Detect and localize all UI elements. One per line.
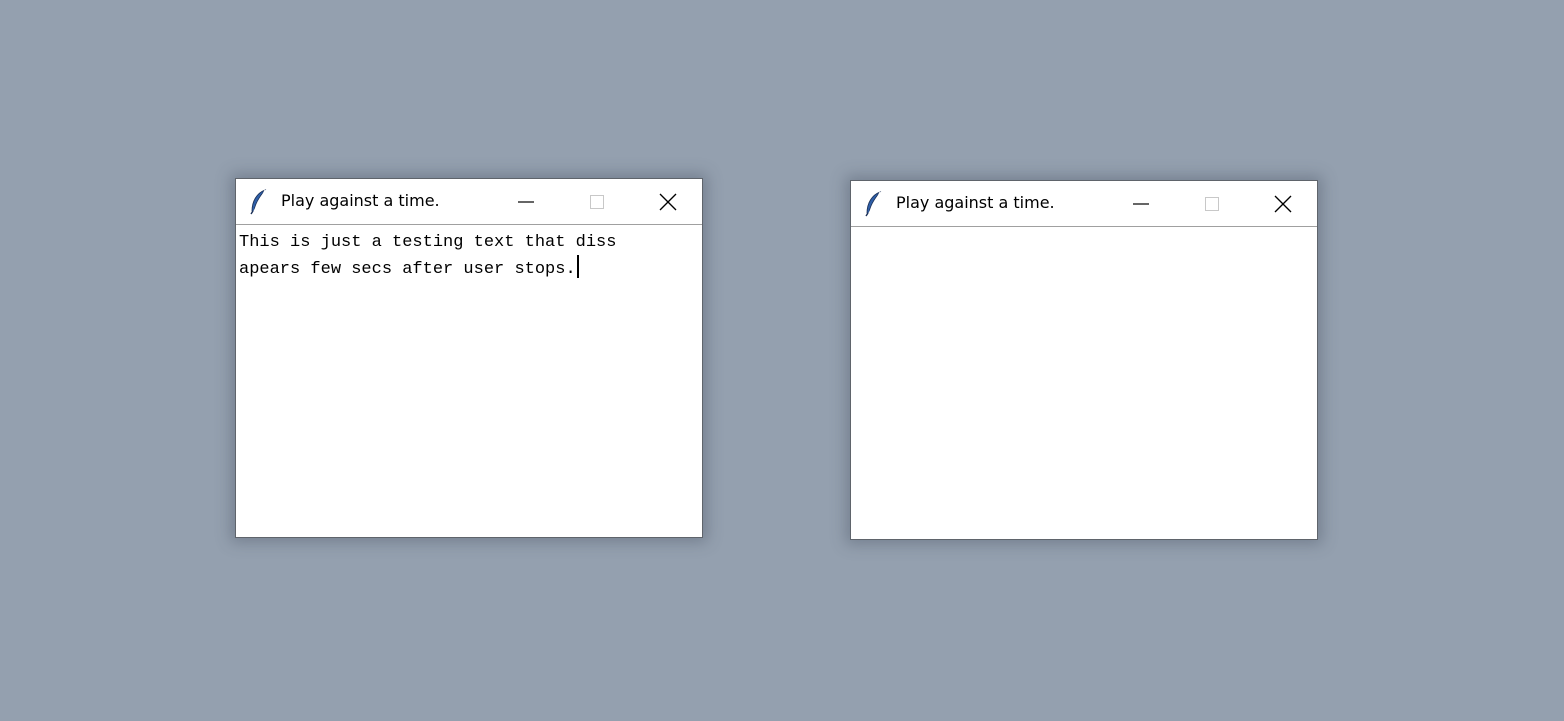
minimize-button[interactable]	[491, 179, 561, 224]
window-title: Play against a time.	[896, 193, 1055, 212]
feather-icon[interactable]	[864, 191, 884, 217]
text-input-area[interactable]: This is just a testing text that diss ap…	[236, 225, 702, 537]
app-window-left[interactable]: Play against a time. This is just a test…	[235, 178, 703, 538]
close-button[interactable]	[1248, 181, 1318, 226]
minimize-button[interactable]	[1106, 181, 1176, 226]
close-button[interactable]	[633, 179, 703, 224]
title-bar[interactable]: Play against a time.	[236, 179, 702, 225]
title-bar[interactable]: Play against a time.	[851, 181, 1317, 227]
text-line: apears few secs after user stops.	[239, 260, 576, 279]
close-icon	[659, 193, 677, 211]
close-icon	[1274, 195, 1292, 213]
text-line: This is just a testing text that diss	[239, 233, 617, 252]
text-input-area[interactable]	[851, 227, 1317, 539]
text-cursor	[576, 255, 579, 278]
minimize-icon	[517, 193, 535, 211]
maximize-button[interactable]	[562, 179, 632, 224]
feather-icon[interactable]	[249, 189, 269, 215]
app-window-right[interactable]: Play against a time.	[850, 180, 1318, 540]
text-content: This is just a testing text that diss ap…	[239, 230, 701, 282]
window-title: Play against a time.	[281, 191, 440, 210]
maximize-icon	[588, 193, 606, 211]
maximize-button[interactable]	[1177, 181, 1247, 226]
maximize-icon	[1203, 195, 1221, 213]
minimize-icon	[1132, 195, 1150, 213]
